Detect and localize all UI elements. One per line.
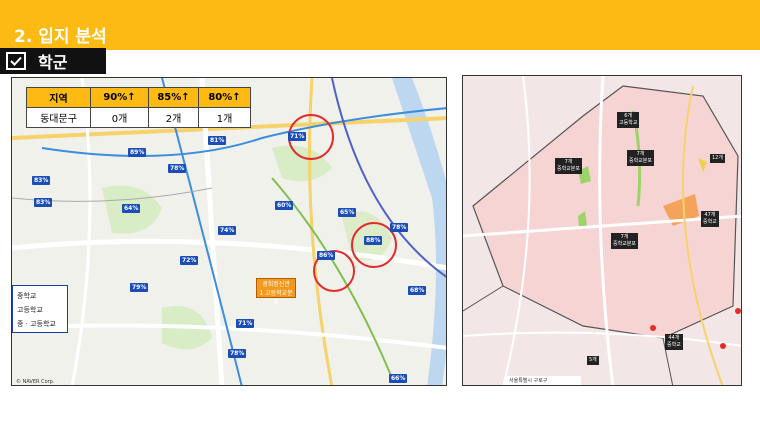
school-map-left[interactable]: 지역 90%↑ 85%↑ 80%↑ 동대문구 0개 2개 1개 89% 83% …	[11, 77, 447, 386]
rate-badge[interactable]: 72%	[180, 256, 199, 265]
rate-badge[interactable]: 71%	[288, 132, 307, 141]
school-count: 5개	[589, 357, 597, 363]
table-cell-90: 0개	[90, 107, 149, 128]
rate-badge[interactable]: 71%	[236, 319, 255, 328]
school-count: 7개	[636, 151, 645, 157]
table-cell-region: 동대문구	[26, 107, 91, 128]
district-map-background	[463, 76, 741, 385]
rate-badge[interactable]: 88%	[364, 236, 383, 245]
checkbox-icon	[6, 52, 26, 70]
highlight-school-name: 경희정신관	[262, 281, 290, 288]
table-header-region: 지역	[26, 87, 91, 108]
rate-badge[interactable]: 78%	[390, 223, 409, 232]
school-count: 7개	[620, 234, 629, 240]
school-type: 중학교분포	[613, 241, 637, 247]
school-count-label[interactable]: 7개 중학교분포	[627, 150, 655, 166]
school-type: 중학교분포	[629, 158, 653, 164]
legend-item-combined: 중 · 고등학교	[17, 320, 56, 328]
rate-badge[interactable]: 81%	[208, 136, 227, 145]
school-count: 47개	[704, 212, 716, 218]
table-cell-80: 1개	[198, 107, 251, 128]
rate-badge[interactable]: 66%	[389, 374, 408, 383]
school-type-legend: 중학교 고등학교 중 · 고등학교	[12, 285, 68, 333]
rate-badge[interactable]: 68%	[408, 286, 427, 295]
highlight-school-label[interactable]: 경희정신관 1 고등학교분포	[256, 278, 296, 306]
table-cell-85: 2개	[148, 107, 199, 128]
table-header-90: 90%↑	[90, 87, 149, 108]
school-type: 고등학교	[619, 120, 638, 126]
rate-badge[interactable]: 83%	[32, 176, 51, 185]
rate-badge[interactable]: 78%	[228, 349, 247, 358]
rate-badge[interactable]: 64%	[122, 204, 141, 213]
rate-badge[interactable]: 60%	[275, 201, 294, 210]
legend-item-middle: 중학교	[17, 292, 37, 300]
school-count: 6개	[624, 113, 633, 119]
highlight-school-sub: 1 고등학교분포	[259, 290, 293, 306]
school-count-label[interactable]: 7개 중학교분포	[611, 233, 639, 249]
rate-badge[interactable]: 89%	[128, 148, 147, 157]
page-title: 2. 입지 분석	[14, 27, 107, 47]
school-count-label[interactable]: 44개 중학교	[665, 334, 683, 350]
school-count-label[interactable]: 5개	[587, 356, 599, 365]
header-bar: 2. 입지 분석	[0, 0, 760, 50]
school-count-label[interactable]: 12개	[710, 154, 725, 163]
school-count-label[interactable]: 47개 중학교	[701, 211, 719, 227]
rate-badge[interactable]: 65%	[338, 208, 357, 217]
rate-badge[interactable]: 83%	[34, 198, 53, 207]
school-count: 12개	[712, 155, 723, 161]
map-scale-label: 서울특별시 구로구	[505, 376, 581, 385]
school-type: 중학교	[703, 219, 717, 225]
rate-badge[interactable]: 79%	[130, 283, 149, 292]
rate-badge[interactable]: 78%	[168, 164, 187, 173]
school-count: 7개	[564, 159, 573, 165]
school-type: 중학교분포	[557, 166, 581, 172]
rate-table: 지역 90%↑ 85%↑ 80%↑ 동대문구 0개 2개 1개	[26, 87, 251, 128]
section-label: 학군	[38, 53, 68, 72]
map-copyright: © NAVER Corp.	[16, 379, 55, 385]
section-tag: 학군	[0, 48, 106, 74]
table-header-85: 85%↑	[148, 87, 199, 108]
school-count-label[interactable]: 7개 중학교분포	[555, 158, 583, 174]
table-header-80: 80%↑	[198, 87, 251, 108]
school-count: 44개	[668, 335, 680, 341]
school-type: 중학교	[667, 342, 681, 348]
legend-item-high: 고등학교	[17, 306, 43, 314]
rate-badge[interactable]: 74%	[218, 226, 237, 235]
school-map-right[interactable]: 6개 고등학교 7개 중학교분포 7개 중학교분포 12개 47개 중학교 7개…	[462, 75, 742, 386]
school-count-label[interactable]: 6개 고등학교	[617, 112, 640, 128]
rate-badge[interactable]: 86%	[317, 251, 336, 260]
